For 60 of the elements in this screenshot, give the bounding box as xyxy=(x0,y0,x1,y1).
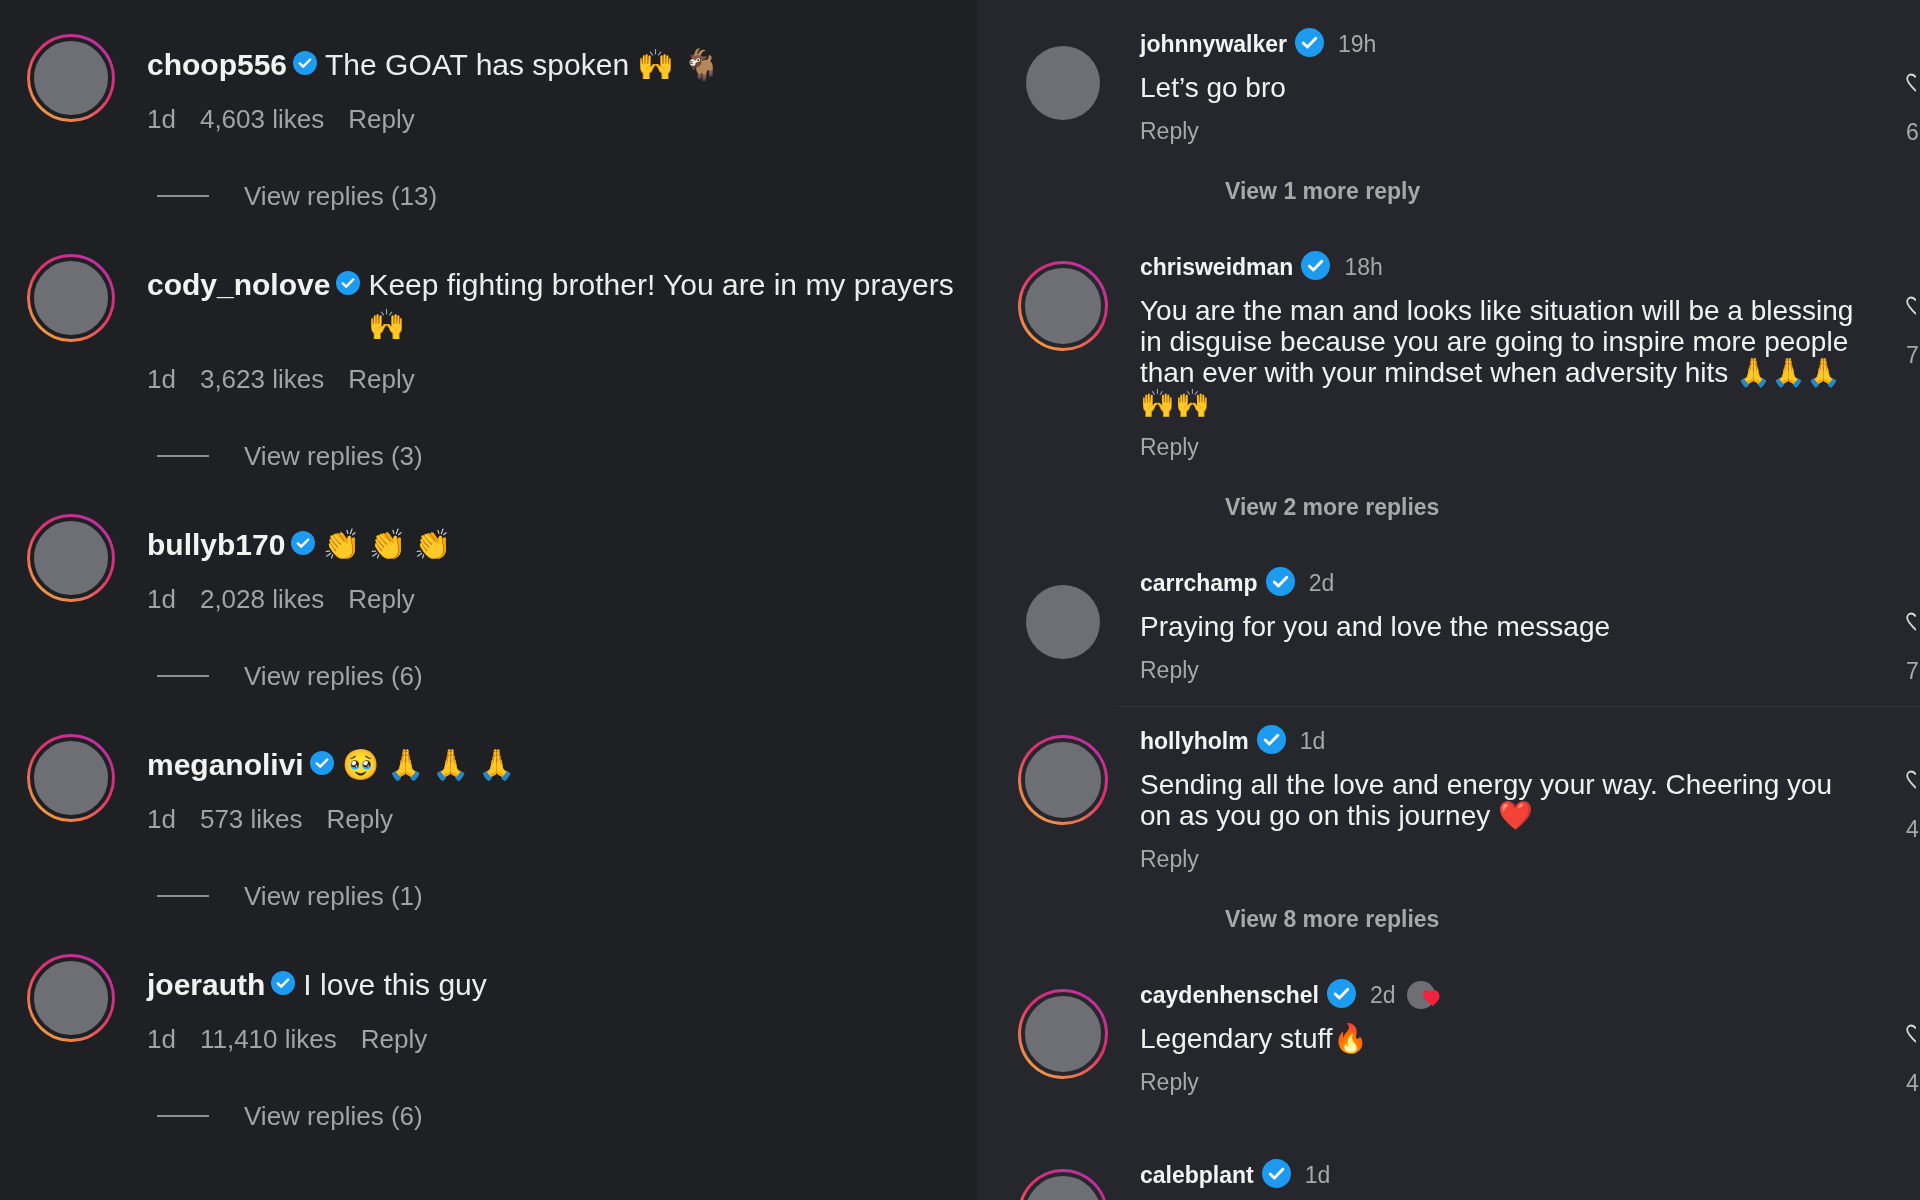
view-more-replies-link[interactable]: View 2 more replies xyxy=(1225,492,1854,522)
reply-link[interactable]: Reply xyxy=(1140,116,1199,146)
username[interactable]: caydenhenschel xyxy=(1140,981,1319,1009)
comment-text: I love this guy xyxy=(303,967,488,1003)
comment-text: 🥹 🙏 🙏 🙏 xyxy=(341,747,516,783)
reply-link[interactable]: Reply xyxy=(360,1019,428,1059)
comment-time: 1d xyxy=(147,103,176,136)
comment-time: 1d xyxy=(1299,727,1326,755)
reply-link[interactable]: Reply xyxy=(348,359,415,399)
username[interactable]: chrisweidman xyxy=(1140,253,1294,281)
comment-text: The GOAT has spoken 🙌 🐐 xyxy=(325,47,721,83)
username[interactable]: meganolivi xyxy=(147,745,304,785)
username[interactable]: johnnywalker xyxy=(1140,30,1287,58)
view-replies-link[interactable]: View replies (6) xyxy=(244,656,423,696)
reply-link[interactable]: Reply xyxy=(1140,432,1199,462)
reply-link[interactable]: Reply xyxy=(1140,1067,1199,1097)
view-replies-link[interactable]: View replies (1) xyxy=(244,876,423,916)
comment-text: 👏 👏 👏 xyxy=(323,527,453,563)
username[interactable]: cody_nolove xyxy=(147,265,331,305)
like-count: 4 xyxy=(1906,815,1919,844)
comment-time: 1d xyxy=(147,1023,176,1056)
view-more-replies-link[interactable]: View 1 more reply xyxy=(1225,176,1854,206)
comment-text: Sending all the love and energy your way. Cheering you on as you go on this journey ❤ xyxy=(1140,769,1834,831)
username[interactable]: hollyholm xyxy=(1140,727,1249,755)
view-replies-link[interactable]: View replies (3) xyxy=(244,436,423,476)
username[interactable]: calebplant xyxy=(1140,1161,1254,1189)
like-count: 4 xyxy=(1906,1069,1919,1098)
comment-time: 1d xyxy=(147,363,176,396)
username[interactable]: carrchamp xyxy=(1140,569,1258,597)
like-count: 7 xyxy=(1906,657,1919,686)
like-count: 11,410 likes xyxy=(199,1023,337,1056)
username[interactable]: bullyb170 xyxy=(147,525,286,565)
comment-text: Keep fighting brother! You are in my prayers 🙌 xyxy=(368,267,955,343)
like-count: 2,028 likes xyxy=(199,583,325,616)
view-replies-link[interactable]: View replies (13) xyxy=(244,176,438,216)
comment-time: 1d xyxy=(1304,1161,1331,1189)
like-count: 7 xyxy=(1906,341,1919,370)
comment-text: Legendary stuff🔥 xyxy=(1140,1023,1369,1054)
view-more-replies-link[interactable]: View 8 more replies xyxy=(1225,904,1854,934)
comment-time: 2d xyxy=(1308,569,1335,597)
like-count: 3,623 likes xyxy=(199,363,325,396)
comment-time: 2d xyxy=(1369,981,1396,1009)
comment-time: 1d xyxy=(147,803,176,836)
view-replies-link[interactable]: View replies (6) xyxy=(244,1096,423,1136)
reply-link[interactable]: Reply xyxy=(348,579,415,619)
comment-text: Let’s go bro xyxy=(1140,72,1287,103)
like-count: 6 xyxy=(1906,118,1919,147)
username[interactable]: joerauth xyxy=(147,965,266,1005)
like-count: 4,603 likes xyxy=(199,103,325,136)
username[interactable]: choop556 xyxy=(147,45,288,85)
comment-text: You are the man and looks like situation will be a blessing in disguise because you are going to inspire more people than ever with your mindset when adversity hits 🙏🙏🙏🙌🙌 xyxy=(1140,295,1854,419)
comment-time: 1d xyxy=(147,583,176,616)
reply-link[interactable]: Reply xyxy=(1140,655,1199,685)
reply-link[interactable]: Reply xyxy=(1140,844,1199,874)
comment-time: 18h xyxy=(1344,253,1383,281)
reply-link[interactable]: Reply xyxy=(348,99,415,139)
comment-time: 19h xyxy=(1338,30,1377,58)
reply-link[interactable]: Reply xyxy=(326,799,394,839)
like-count: 573 likes xyxy=(199,803,303,836)
comment-text: Praying for you and love the message xyxy=(1140,611,1612,642)
